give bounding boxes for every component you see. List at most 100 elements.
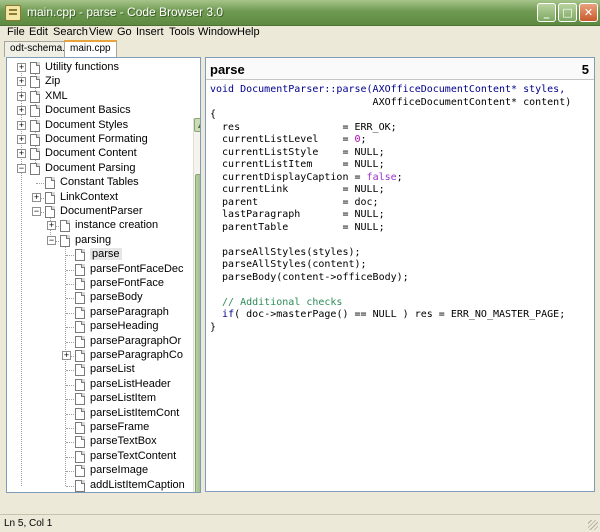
tree-item[interactable]: parseImage: [7, 464, 193, 478]
expand-icon[interactable]: +: [62, 351, 71, 360]
tree-item[interactable]: + Zip: [7, 75, 193, 89]
menu-file[interactable]: File: [7, 26, 25, 38]
tree-item[interactable]: + Document Formating: [7, 133, 193, 147]
tree-item[interactable]: parseListItem: [7, 392, 193, 406]
tree-item[interactable]: parseFrame: [7, 421, 193, 435]
close-button[interactable]: ✕: [579, 3, 598, 22]
tree-item[interactable]: parseFontFace: [7, 277, 193, 291]
tree-item[interactable]: parseListItemCont: [7, 407, 193, 421]
tree-item[interactable]: + instance creation: [7, 219, 193, 233]
tree-item[interactable]: Constant Tables: [7, 176, 193, 190]
code-token: parent = doc;: [210, 196, 379, 208]
tree-item[interactable]: parseList: [7, 363, 193, 377]
tree-item[interactable]: + Utility functions: [7, 61, 193, 75]
code-line: parseAllStyles(content);: [210, 259, 571, 272]
tree-item[interactable]: − DocumentParser: [7, 205, 193, 219]
tree-item[interactable]: parseTextBox: [7, 435, 193, 449]
expand-icon[interactable]: +: [17, 149, 26, 159]
tree-item[interactable]: parseListHeader: [7, 378, 193, 392]
resize-grip[interactable]: [588, 520, 598, 530]
menu-bar: File Edit Search View Go Insert Tools Wi…: [0, 26, 600, 40]
tree-item[interactable]: parseBody: [7, 291, 193, 305]
code-token: parseBody(content->officeBody);: [210, 271, 409, 283]
menu-view[interactable]: View: [89, 26, 113, 38]
menu-insert[interactable]: Insert: [136, 26, 164, 38]
document-icon: [75, 249, 85, 262]
minimize-button[interactable]: _: [537, 3, 556, 22]
tree-panel[interactable]: + Utility functions + Zip + XML + Document Basi…: [6, 57, 201, 493]
code-line: AXOfficeDocumentContent* content): [210, 97, 572, 110]
document-icon: [75, 422, 85, 434]
expand-icon[interactable]: +: [17, 63, 26, 72]
tree-item-label: instance creation: [75, 219, 159, 232]
menu-go[interactable]: Go: [117, 26, 132, 38]
code-token: currentLink = NULL;: [210, 184, 385, 195]
tree-item[interactable]: − Document Parsing: [7, 162, 193, 176]
document-icon: [30, 134, 40, 146]
tree-item[interactable]: + parseParagraphCo: [7, 349, 193, 363]
document-icon: [60, 220, 70, 233]
tree-vertical-scrollbar[interactable]: ▲ ▼: [193, 118, 200, 492]
code-token: parseAllStyles(content);: [210, 259, 367, 270]
expand-icon[interactable]: +: [47, 221, 56, 231]
document-icon: [75, 479, 85, 492]
tree-item[interactable]: addListItemCaption: [7, 479, 193, 492]
code-line: // Additional checks: [210, 297, 571, 310]
maximize-button[interactable]: □: [558, 3, 577, 22]
tree-item-label: parseImage: [90, 464, 149, 477]
menu-help[interactable]: Help: [237, 26, 260, 38]
tree-item[interactable]: + Document Basics: [7, 104, 193, 118]
expand-icon[interactable]: +: [17, 120, 26, 130]
tree-item-label: parseFrame: [90, 421, 150, 433]
scroll-thumb[interactable]: [195, 174, 200, 492]
collapse-icon[interactable]: −: [17, 163, 26, 173]
tree-item-label: parseBody: [90, 291, 143, 304]
tree-item[interactable]: parseFontFaceDec: [7, 263, 193, 277]
expand-icon[interactable]: +: [17, 77, 26, 87]
collapse-icon[interactable]: −: [32, 207, 41, 216]
document-icon: [30, 76, 40, 89]
tab-main-cpp[interactable]: main.cpp: [64, 40, 117, 57]
collapse-icon[interactable]: −: [47, 235, 56, 245]
tree-item[interactable]: parseParagraphOr: [7, 335, 193, 349]
code-editor[interactable]: void DocumentParser::parse(AXOfficeDocum…: [210, 84, 571, 334]
tree-item-label: Document Basics: [45, 104, 131, 117]
code-line: currentListLevel = 0;: [210, 134, 571, 147]
expand-icon[interactable]: +: [17, 106, 26, 116]
expand-icon[interactable]: +: [32, 192, 41, 202]
tree-item[interactable]: parseParagraph: [7, 306, 193, 320]
menu-tools[interactable]: Tools: [169, 26, 195, 38]
document-icon: [75, 378, 85, 391]
tree-item[interactable]: parseHeading: [7, 320, 193, 334]
code-token: lastParagraph = NULL;: [210, 209, 385, 220]
tree-item-label: Constant Tables: [60, 176, 139, 189]
tree-item-label: parseFontFaceDec: [90, 262, 184, 275]
menu-search[interactable]: Search: [53, 26, 88, 38]
tree-item-label: Document Styles: [45, 118, 129, 131]
tree-item[interactable]: + XML: [7, 90, 193, 104]
code-token: void DocumentParser::parse(AXOfficeDocum…: [210, 84, 566, 95]
expand-icon[interactable]: +: [17, 135, 26, 144]
scroll-up-button[interactable]: ▲: [194, 118, 200, 132]
tree-item[interactable]: − parsing: [7, 234, 193, 248]
tree-item-label: Zip: [45, 75, 61, 88]
code-line: currentDisplayCaption = false;: [210, 172, 571, 185]
tree-item-label: parseParagraphOr: [90, 334, 182, 347]
menu-edit[interactable]: Edit: [29, 26, 48, 38]
tree-item[interactable]: + Document Styles: [7, 119, 193, 133]
expand-icon[interactable]: +: [17, 91, 26, 101]
tree-item[interactable]: + LinkContext: [7, 191, 193, 205]
code-token: ;: [360, 134, 367, 145]
tree-item[interactable]: parseTextContent: [7, 450, 193, 464]
document-icon: [30, 62, 40, 74]
tree-item[interactable]: + Document Content: [7, 147, 193, 161]
tree-item-label: LinkContext: [60, 190, 119, 203]
code-token: if: [222, 309, 235, 320]
document-icon: [45, 177, 55, 190]
code-line: lastParagraph = NULL;: [210, 209, 571, 222]
tree-item[interactable]: parse: [7, 248, 193, 262]
code-line: parseAllStyles(styles);: [210, 247, 571, 260]
code-panel[interactable]: parse 5 void DocumentParser::parse(AXOff…: [205, 57, 595, 492]
code-token: ( doc->masterPage() == NULL ) res = ERR_…: [234, 309, 566, 320]
menu-window[interactable]: Window: [198, 26, 237, 38]
